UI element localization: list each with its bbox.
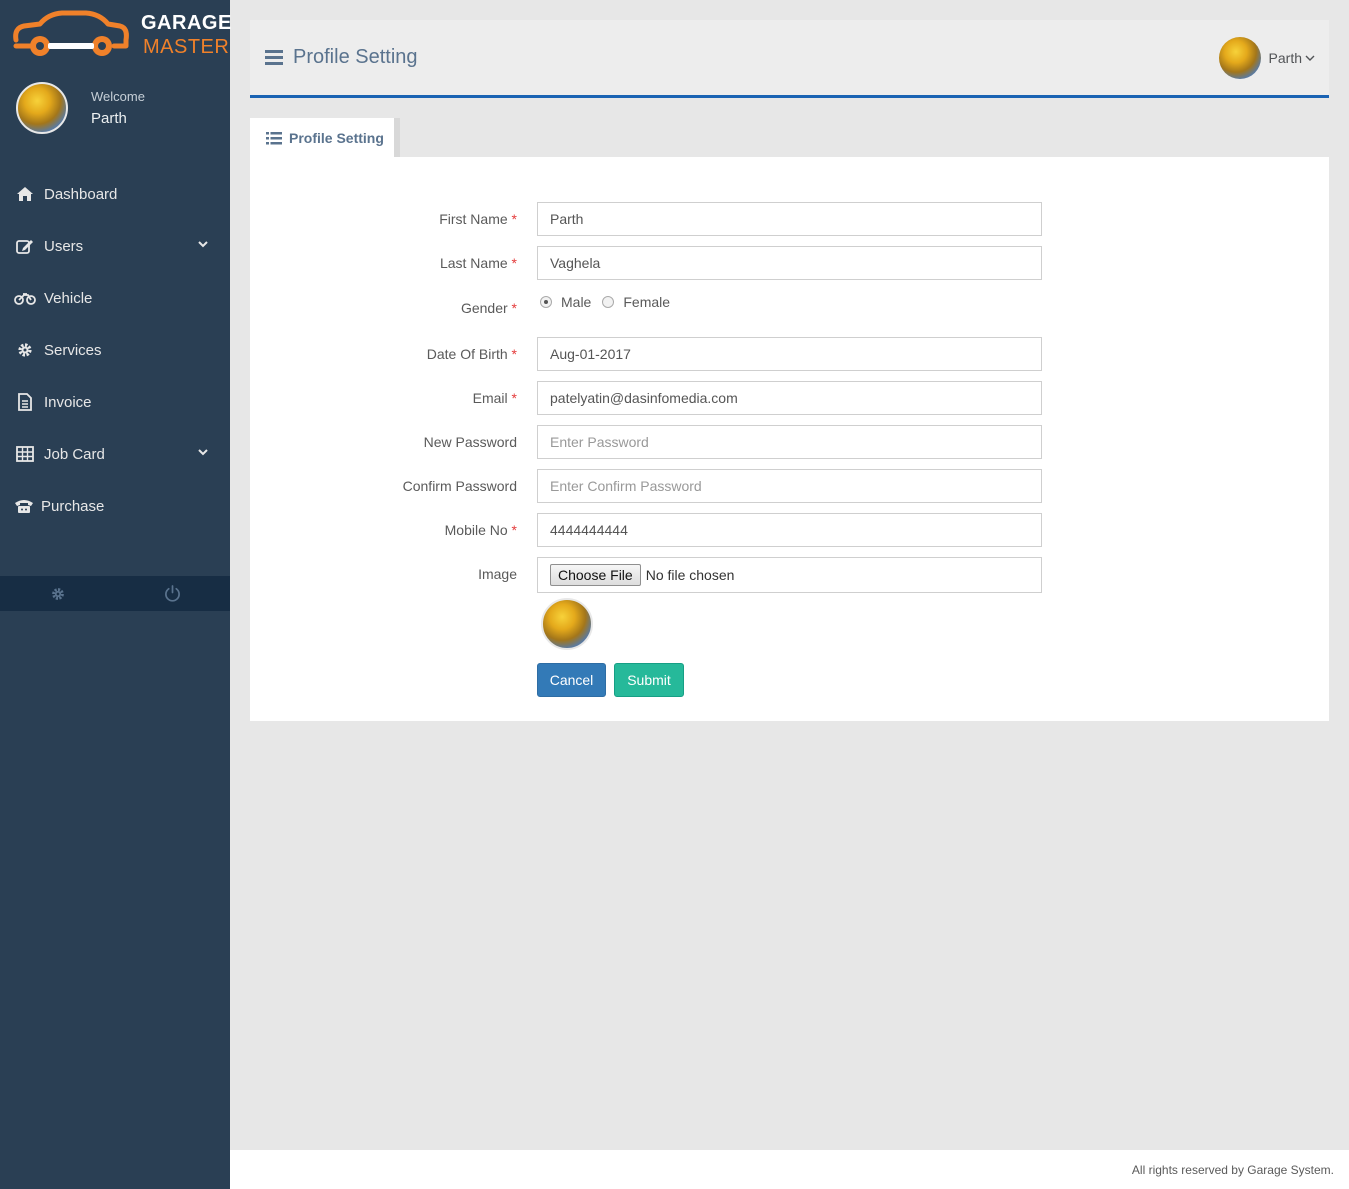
sidebar-item-purchase[interactable]: Purchase (0, 480, 230, 532)
welcome-text: Welcome (91, 89, 145, 104)
motorcycle-icon (14, 289, 36, 307)
chevron-down-icon (198, 241, 208, 248)
cancel-button[interactable]: Cancel (537, 663, 606, 697)
brand-logo[interactable]: GARAGE MASTER (10, 8, 231, 60)
sidebar-footer (0, 576, 230, 611)
radio-label: Male (561, 294, 592, 310)
edit-icon (14, 237, 36, 255)
field-label: Mobile No * (444, 522, 517, 538)
radio-label: Female (623, 294, 671, 310)
gender-radio-group: Male Female (540, 294, 670, 310)
field-label: Email * (472, 390, 517, 406)
brand-line1: GARAGE (141, 12, 232, 34)
sidebar-item-label: Purchase (41, 497, 105, 515)
mobile-row: Mobile No * (250, 513, 1329, 547)
phone-icon (14, 497, 34, 515)
submit-button[interactable]: Submit (614, 663, 684, 697)
sidebar-item-label: Users (44, 237, 84, 255)
sidebar-profile: Welcome Parth (16, 82, 226, 136)
file-status: No file chosen (645, 567, 735, 583)
sidebar-item-label: Services (44, 341, 102, 359)
top-user-name: Parth (1268, 50, 1302, 66)
first-name-input[interactable] (537, 202, 1042, 236)
list-icon (266, 131, 282, 144)
logout-button[interactable] (115, 576, 230, 611)
page-title: Profile Setting (293, 46, 418, 68)
field-label: Last Name * (439, 255, 517, 271)
field-label: Image (478, 566, 517, 582)
sidebar-user-name: Parth (91, 110, 127, 127)
sidebar-item-dashboard[interactable]: Dashboard (0, 168, 230, 220)
document-icon (14, 393, 36, 411)
menu-toggle-icon[interactable] (265, 49, 283, 65)
sidebar-menu: Dashboard Users Vehicle Services Invoice… (0, 168, 230, 532)
sidebar-item-job-card[interactable]: Job Card (0, 428, 230, 480)
user-menu[interactable]: Parth (1218, 37, 1315, 79)
field-label: Confirm Password (402, 478, 517, 494)
choose-file-button[interactable]: Choose File (550, 564, 641, 586)
image-file-input: Choose File No file chosen (537, 557, 1042, 593)
sidebar: GARAGE MASTER Welcome Parth Dashboard Us… (0, 0, 231, 1189)
gender-row: Gender * Male Female (250, 290, 1329, 324)
dob-input[interactable] (537, 337, 1042, 371)
field-label: Date Of Birth * (426, 346, 517, 362)
image-preview (541, 598, 593, 650)
image-row: Image Choose File No file chosen (250, 557, 1329, 593)
tab-label: Profile Setting (289, 130, 384, 146)
sidebar-item-services[interactable]: Services (0, 324, 230, 376)
settings-button[interactable] (0, 576, 115, 611)
avatar (16, 82, 68, 134)
avatar (1218, 37, 1261, 79)
new-password-row: New Password (250, 425, 1329, 459)
sidebar-item-label: Vehicle (44, 289, 93, 307)
confirm-password-row: Confirm Password (250, 469, 1329, 503)
sidebar-item-vehicle[interactable]: Vehicle (0, 272, 230, 324)
car-wrench-logo-icon (13, 10, 129, 56)
sidebar-item-users[interactable]: Users (0, 220, 230, 272)
table-icon (14, 445, 36, 463)
page-footer: All rights reserved by Garage System. (230, 1150, 1349, 1189)
power-icon (165, 585, 180, 602)
gender-male-radio[interactable] (540, 296, 552, 308)
new-password-input[interactable] (537, 425, 1042, 459)
last-name-input[interactable] (537, 246, 1042, 280)
chevron-down-icon (198, 449, 208, 456)
email-row: Email * (250, 381, 1329, 415)
field-label: New Password (423, 434, 517, 450)
footer-text: All rights reserved by Garage System. (1131, 1163, 1334, 1177)
last-name-row: Last Name * (250, 246, 1329, 280)
profile-form: First Name * Last Name * Gender * Male F… (250, 157, 1329, 721)
chevron-down-icon (1305, 55, 1315, 61)
sidebar-item-invoice[interactable]: Invoice (0, 376, 230, 428)
gender-female-radio[interactable] (602, 296, 615, 308)
dob-row: Date Of Birth * (250, 337, 1329, 371)
settings-icon (51, 587, 64, 600)
field-label: First Name * (439, 211, 517, 227)
sidebar-item-label: Invoice (44, 393, 92, 411)
email-field[interactable] (537, 381, 1042, 415)
tab-profile-setting[interactable]: Profile Setting (250, 118, 400, 158)
sidebar-item-label: Dashboard (44, 185, 118, 203)
confirm-password-input[interactable] (537, 469, 1042, 503)
top-bar: Profile Setting Parth (250, 20, 1329, 98)
brand-line2: MASTER (143, 36, 230, 58)
mobile-input[interactable] (537, 513, 1042, 547)
home-icon (14, 185, 36, 203)
sidebar-item-label: Job Card (44, 445, 105, 463)
gear-icon (14, 341, 36, 359)
first-name-row: First Name * (250, 202, 1329, 236)
field-label: Gender * (460, 300, 517, 316)
